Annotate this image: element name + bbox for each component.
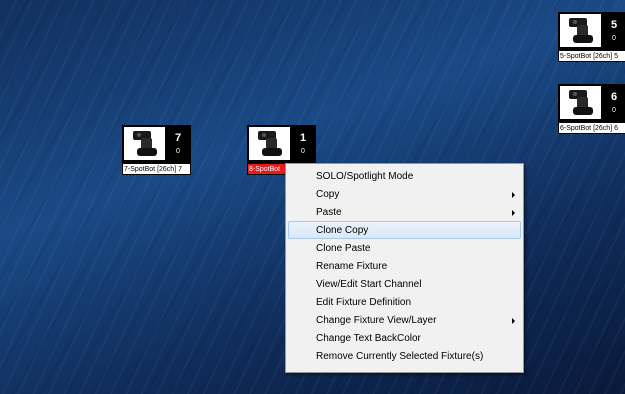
fixture-tile-7[interactable]: 7 0 7-SpotBot [26ch] 7: [122, 125, 191, 175]
menu-item-label: Clone Paste: [316, 243, 371, 254]
menu-item-solo-spotlight-mode[interactable]: SOLO/Spotlight Mode: [288, 167, 521, 185]
fixture-context-menu: SOLO/Spotlight Mode Copy Paste Clone Cop…: [285, 163, 524, 373]
moving-head-spotlight-icon: [560, 14, 601, 47]
chevron-right-icon: [512, 210, 515, 216]
menu-item-label: Copy: [316, 189, 340, 200]
fixture-value: 0: [176, 148, 180, 155]
menu-item-clone-paste[interactable]: Clone Paste: [288, 239, 521, 257]
fixture-number: 7: [174, 132, 182, 144]
menu-item-label: Clone Copy: [316, 225, 369, 236]
fixture-number: 1: [299, 132, 307, 144]
menu-item-paste[interactable]: Paste: [288, 203, 521, 221]
fixture-label: 5-SpotBot [26ch] 5: [558, 50, 625, 62]
menu-item-view-edit-start-channel[interactable]: View/Edit Start Channel: [288, 275, 521, 293]
menu-item-edit-fixture-definition[interactable]: Edit Fixture Definition: [288, 293, 521, 311]
menu-item-rename-fixture[interactable]: Rename Fixture: [288, 257, 521, 275]
fixture-label: 7-SpotBot [26ch] 7: [122, 163, 191, 175]
fixture-value: 0: [612, 35, 616, 42]
fixture-number: 6: [610, 91, 618, 103]
fixture-value: 0: [301, 148, 305, 155]
moving-head-spotlight-icon: [249, 127, 290, 160]
menu-item-change-text-backcolor[interactable]: Change Text BackColor: [288, 329, 521, 347]
menu-item-change-fixture-view-layer[interactable]: Change Fixture View/Layer: [288, 311, 521, 329]
fixture-label: 6-SpotBot [26ch] 6: [558, 122, 625, 134]
menu-item-label: Paste: [316, 207, 342, 218]
menu-item-clone-copy[interactable]: Clone Copy: [288, 221, 521, 239]
menu-item-label: Change Fixture View/Layer: [316, 315, 437, 326]
fixture-value: 0: [612, 107, 616, 114]
menu-item-label: Edit Fixture Definition: [316, 297, 412, 308]
moving-head-spotlight-icon: [124, 127, 165, 160]
menu-item-remove-selected-fixtures[interactable]: Remove Currently Selected Fixture(s): [288, 347, 521, 365]
fixture-tile-5[interactable]: 5 0 5-SpotBot [26ch] 5: [558, 12, 625, 62]
menu-item-copy[interactable]: Copy: [288, 185, 521, 203]
menu-item-label: View/Edit Start Channel: [316, 279, 422, 290]
chevron-right-icon: [512, 318, 515, 324]
chevron-right-icon: [512, 192, 515, 198]
fixture-tile-6[interactable]: 6 0 6-SpotBot [26ch] 6: [558, 84, 625, 134]
fixture-number: 5: [610, 19, 618, 31]
menu-item-label: Remove Currently Selected Fixture(s): [316, 351, 484, 362]
menu-item-label: SOLO/Spotlight Mode: [316, 171, 414, 182]
menu-item-label: Rename Fixture: [316, 261, 388, 272]
menu-item-label: Change Text BackColor: [316, 333, 421, 344]
moving-head-spotlight-icon: [560, 86, 601, 119]
